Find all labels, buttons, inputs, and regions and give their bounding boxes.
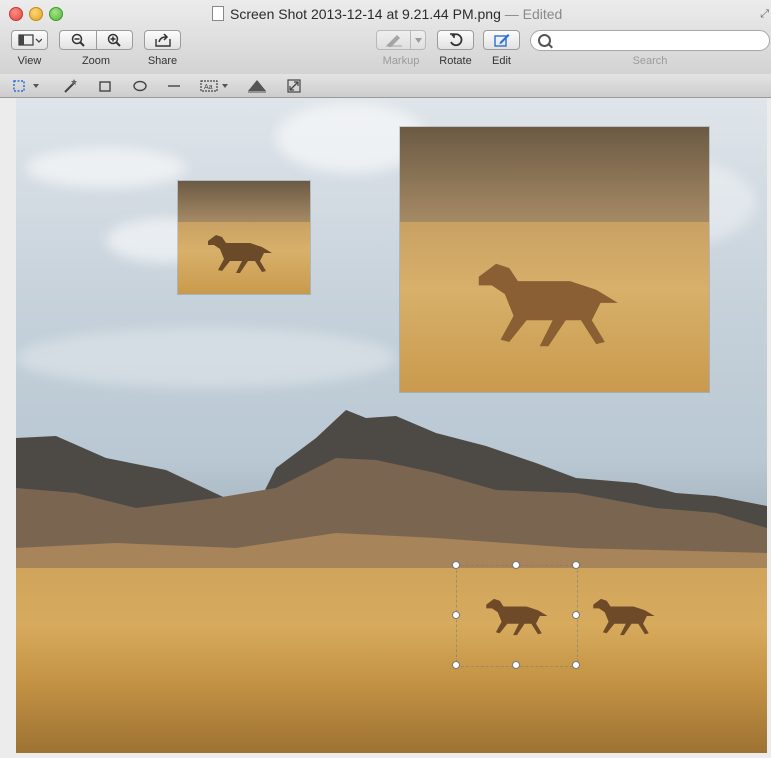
- rectangle-shape-tool[interactable]: [95, 77, 115, 94]
- svg-text:Aa: Aa: [204, 84, 213, 91]
- adjust-color-icon: [248, 79, 266, 92]
- markup-menu-chevron[interactable]: [411, 37, 425, 43]
- zoom-out-icon: [71, 33, 85, 47]
- markup-pen-button[interactable]: [377, 31, 410, 49]
- resize-handle-bottom[interactable]: [512, 661, 520, 669]
- text-box-icon: Aa: [200, 79, 228, 92]
- edit-pencil-icon: [493, 34, 509, 47]
- line-icon: [168, 84, 180, 87]
- photo-hills: [178, 181, 310, 222]
- text-box-tool[interactable]: Aa: [197, 77, 233, 94]
- zoom-out-button[interactable]: [60, 31, 96, 49]
- zoom-label: Zoom: [81, 55, 111, 67]
- resize-handle-top-left[interactable]: [452, 561, 460, 569]
- resize-handle-top-right[interactable]: [572, 561, 580, 569]
- fullscreen-icon[interactable]: ⤢: [760, 8, 769, 21]
- magic-wand-icon: [64, 78, 77, 93]
- edit-button[interactable]: [483, 30, 520, 50]
- oval-icon: [133, 80, 147, 91]
- chevron-down-icon: [414, 37, 422, 43]
- document-icon: [212, 6, 224, 21]
- search-input[interactable]: [553, 32, 767, 50]
- resize-handle-bottom-right[interactable]: [572, 661, 580, 669]
- rectangular-selection-icon: [13, 79, 39, 92]
- search-label: Search: [632, 55, 668, 67]
- resize-handle-left[interactable]: [452, 611, 460, 619]
- preview-window: Screen Shot 2013-12-14 at 9.21.44 PM.png…: [0, 0, 771, 758]
- zoom-in-button[interactable]: [97, 31, 133, 49]
- search-icon: [538, 34, 551, 47]
- oval-shape-tool[interactable]: [130, 77, 150, 94]
- rectangle-icon: [99, 80, 111, 92]
- window-edge: [0, 98, 16, 758]
- zoom-window-button[interactable]: [49, 7, 63, 21]
- share-icon: [154, 33, 171, 47]
- edit-label: Edit: [492, 55, 511, 67]
- markup-label: Markup: [382, 55, 420, 67]
- cloud: [26, 148, 186, 188]
- share-label: Share: [147, 55, 178, 67]
- markup-toolbar: Aa: [0, 74, 771, 98]
- edited-indicator[interactable]: — Edited: [501, 6, 563, 22]
- image-canvas[interactable]: [16, 98, 767, 753]
- search-field[interactable]: [530, 30, 770, 51]
- close-window-button[interactable]: [9, 7, 23, 21]
- rotate-label: Rotate: [439, 55, 472, 67]
- pasted-image-large[interactable]: [400, 127, 709, 392]
- view-label: View: [17, 55, 42, 67]
- window-title-text: Screen Shot 2013-12-14 at 9.21.44 PM.png: [230, 6, 501, 22]
- resize-icon: [287, 78, 301, 93]
- resize-handle-bottom-left[interactable]: [452, 661, 460, 669]
- markup-button[interactable]: [376, 30, 426, 50]
- zoom-segmented-control: [59, 30, 133, 50]
- minimize-window-button[interactable]: [29, 7, 43, 21]
- share-button[interactable]: [144, 30, 181, 50]
- running-horse: [593, 598, 655, 636]
- selection-rectangle[interactable]: [456, 565, 578, 667]
- cloud: [16, 328, 396, 388]
- resize-handle-top[interactable]: [512, 561, 520, 569]
- pen-icon: [385, 35, 402, 47]
- title-bar: Screen Shot 2013-12-14 at 9.21.44 PM.png…: [0, 0, 771, 75]
- rotate-icon: [449, 33, 462, 47]
- view-button[interactable]: [11, 30, 48, 50]
- running-horse: [208, 235, 272, 273]
- photo-hills: [400, 127, 709, 223]
- sidebar-icon: [17, 34, 42, 46]
- zoom-in-icon: [108, 33, 121, 47]
- adjust-color-tool[interactable]: [245, 77, 269, 94]
- window-bottom-edge: [0, 753, 771, 758]
- line-shape-tool[interactable]: [164, 77, 184, 94]
- adjust-size-tool[interactable]: [283, 77, 305, 94]
- rotate-button[interactable]: [437, 30, 474, 50]
- resize-handle-right[interactable]: [572, 611, 580, 619]
- rectangular-selection-tool[interactable]: [10, 77, 44, 94]
- pasted-image-small[interactable]: [178, 181, 310, 294]
- running-horse: [478, 263, 618, 347]
- window-title: Screen Shot 2013-12-14 at 9.21.44 PM.png…: [212, 6, 562, 22]
- instant-alpha-tool[interactable]: [58, 77, 82, 94]
